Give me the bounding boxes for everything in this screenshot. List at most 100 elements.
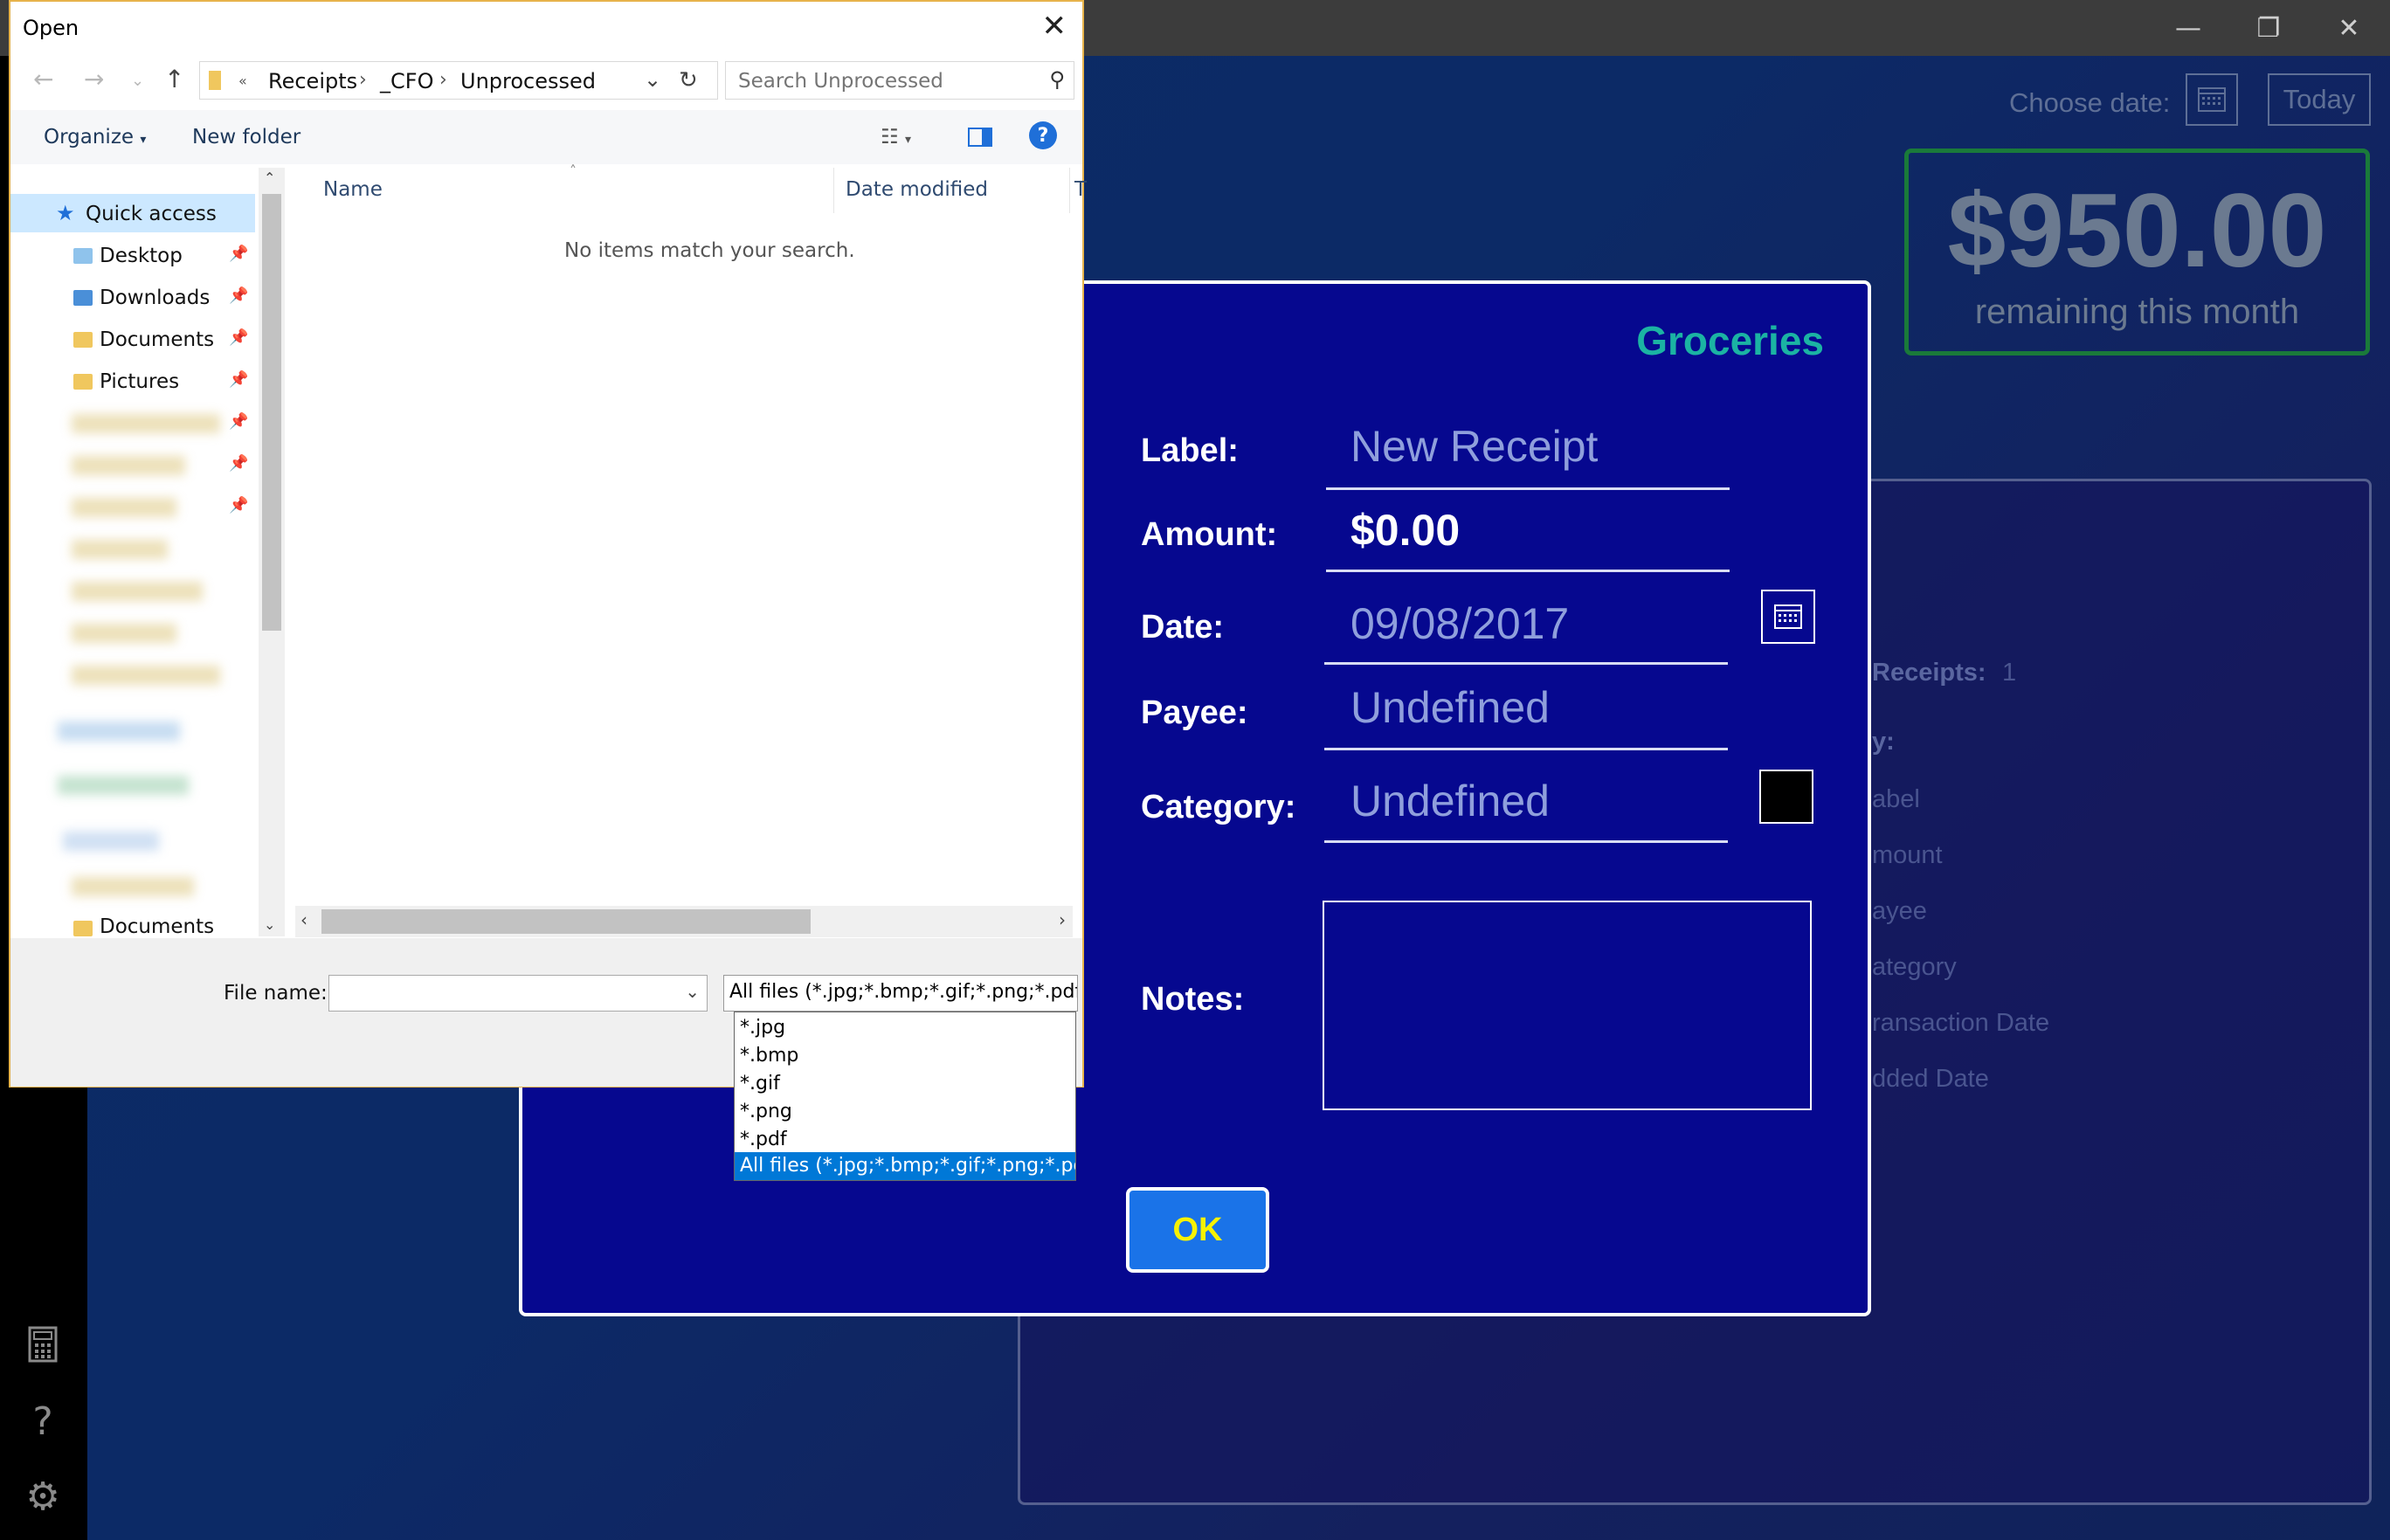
- organize-button[interactable]: Organize ▾: [44, 126, 146, 148]
- choose-date-button[interactable]: [2186, 73, 2238, 126]
- sort-option[interactable]: ransaction Date: [1872, 1009, 2049, 1038]
- column-name[interactable]: Name: [323, 178, 383, 201]
- nav-documents[interactable]: Documents: [100, 328, 214, 351]
- sort-option[interactable]: ayee: [1872, 897, 1927, 926]
- blurred-nav-item: [72, 624, 176, 643]
- receipts-count-label: Receipts:: [1872, 659, 1986, 687]
- date-picker-button[interactable]: [1761, 590, 1815, 644]
- category-field-label: Category:: [1141, 789, 1296, 825]
- notes-field-label: Notes:: [1141, 981, 1245, 1018]
- file-type-option[interactable]: *.gif: [735, 1070, 1075, 1098]
- blurred-nav-item: [72, 456, 185, 475]
- star-icon: ★: [56, 201, 75, 225]
- horizontal-scroll-thumb[interactable]: [321, 909, 811, 934]
- address-bar[interactable]: « Receipts › _CFO › Unprocessed ⌄ ↻: [199, 61, 718, 100]
- help-question-icon[interactable]: ?: [23, 1399, 63, 1444]
- breadcrumb-receipts[interactable]: Receipts: [268, 69, 357, 93]
- sort-option[interactable]: ategory: [1872, 953, 1957, 982]
- blurred-nav-item: [72, 540, 168, 559]
- downloads-folder-icon: [73, 290, 93, 306]
- preview-pane-icon[interactable]: [968, 128, 992, 147]
- breadcrumb-unprocessed[interactable]: Unprocessed: [460, 69, 596, 93]
- view-options-icon[interactable]: ☷ ▾: [881, 126, 911, 148]
- help-icon[interactable]: ?: [1029, 121, 1057, 149]
- close-app-button[interactable]: ✕: [2310, 0, 2388, 56]
- close-dialog-icon[interactable]: ✕: [1042, 9, 1067, 44]
- file-type-select[interactable]: All files (*.jpg;*.bmp;*.gif;*.png;*.pdf…: [723, 975, 1078, 1012]
- blurred-nav-item: [58, 722, 180, 741]
- file-name-dropdown-icon[interactable]: ⌄: [685, 981, 700, 1002]
- search-box[interactable]: ⚲: [725, 61, 1074, 100]
- calendar-icon: [2198, 87, 2226, 112]
- payee-underline: [1324, 748, 1728, 750]
- file-name-label: File name:: [224, 982, 328, 1005]
- up-arrow-icon[interactable]: ↑: [164, 65, 184, 93]
- file-name-input[interactable]: ⌄: [328, 975, 708, 1012]
- nav-documents-bottom[interactable]: Documents: [100, 915, 214, 936]
- new-folder-button[interactable]: New folder: [192, 126, 300, 148]
- budget-remaining-box: $950.00 remaining this month: [1904, 148, 2370, 356]
- file-type-option[interactable]: *.png: [735, 1098, 1075, 1126]
- date-underline: [1324, 662, 1728, 665]
- ok-button[interactable]: OK: [1126, 1187, 1269, 1273]
- category-input[interactable]: Undefined: [1350, 776, 1550, 826]
- pin-icon: 📌: [229, 328, 249, 347]
- nav-downloads[interactable]: Downloads: [100, 287, 210, 309]
- search-input[interactable]: [738, 70, 1026, 93]
- pictures-folder-icon: [73, 374, 93, 390]
- file-type-dropdown-list: *.jpg *.bmp *.gif *.png *.pdf All files …: [734, 1012, 1076, 1181]
- sort-option[interactable]: dded Date: [1872, 1065, 1989, 1094]
- forward-arrow-icon[interactable]: →: [84, 65, 104, 93]
- pin-icon: 📌: [229, 454, 249, 473]
- today-button[interactable]: Today: [2268, 73, 2371, 126]
- nav-desktop[interactable]: Desktop: [100, 245, 183, 267]
- navigation-pane: ★ Quick access Desktop 📌 Downloads 📌 Doc…: [10, 168, 255, 936]
- file-type-option[interactable]: *.bmp: [735, 1042, 1075, 1070]
- nav-scroll-thumb[interactable]: [262, 194, 281, 631]
- calendar-icon: [1774, 604, 1802, 629]
- category-color-swatch[interactable]: [1759, 770, 1813, 824]
- choose-date-label: Choose date:: [2009, 87, 2171, 118]
- label-field-label: Label:: [1141, 432, 1239, 469]
- sort-by-label: y:: [1872, 728, 1895, 756]
- payee-input[interactable]: Undefined: [1350, 682, 1550, 733]
- blurred-nav-item: [63, 832, 159, 851]
- refresh-icon[interactable]: ↻: [679, 67, 698, 93]
- breadcrumb-cfo[interactable]: _CFO: [380, 69, 433, 93]
- nav-pictures[interactable]: Pictures: [100, 370, 179, 393]
- column-type[interactable]: T: [1074, 178, 1087, 201]
- calculator-icon[interactable]: [23, 1324, 63, 1364]
- receipts-count-value: 1: [2002, 659, 2017, 687]
- column-date-modified[interactable]: Date modified: [846, 178, 988, 201]
- file-type-option-selected[interactable]: All files (*.jpg;*.bmp;*.gif;*.png;*.pdf…: [735, 1152, 1075, 1180]
- category-underline: [1324, 840, 1728, 843]
- open-file-dialog: Open ✕ ← → ⌄ ↑ « Receipts › _CFO › Unpro…: [9, 0, 1087, 1181]
- documents-folder-icon: [73, 921, 93, 936]
- back-arrow-icon[interactable]: ←: [33, 65, 53, 93]
- address-dropdown-icon[interactable]: ⌄: [644, 67, 661, 92]
- restore-button[interactable]: ❐: [2229, 0, 2308, 56]
- pin-icon: 📌: [229, 412, 249, 431]
- blurred-nav-item: [72, 877, 194, 896]
- blurred-nav-item: [72, 414, 220, 433]
- minimize-button[interactable]: —: [2149, 0, 2228, 56]
- search-icon[interactable]: ⚲: [1049, 67, 1065, 92]
- file-type-option[interactable]: *.jpg: [735, 1014, 1075, 1042]
- horizontal-scrollbar[interactable]: ‹ ›: [295, 906, 1073, 937]
- recent-chevron-icon[interactable]: ⌄: [131, 72, 144, 90]
- amount-input[interactable]: $0.00: [1350, 505, 1460, 556]
- settings-gear-icon[interactable]: ⚙: [23, 1474, 63, 1519]
- nav-scrollbar[interactable]: ⌃ ⌄: [259, 168, 285, 936]
- sort-option[interactable]: abel: [1872, 785, 1920, 814]
- blurred-nav-item: [58, 776, 189, 795]
- date-input[interactable]: 09/08/2017: [1350, 598, 1569, 649]
- nav-quick-access[interactable]: Quick access: [86, 203, 217, 225]
- empty-message: No items match your search.: [564, 239, 855, 262]
- blurred-nav-item: [72, 666, 220, 685]
- file-type-option[interactable]: *.pdf: [735, 1126, 1075, 1154]
- blurred-nav-item: [72, 582, 203, 601]
- dialog-title: Open: [23, 16, 79, 40]
- notes-textarea[interactable]: [1323, 901, 1812, 1110]
- label-input[interactable]: New Receipt: [1350, 421, 1598, 472]
- sort-option[interactable]: mount: [1872, 841, 1943, 870]
